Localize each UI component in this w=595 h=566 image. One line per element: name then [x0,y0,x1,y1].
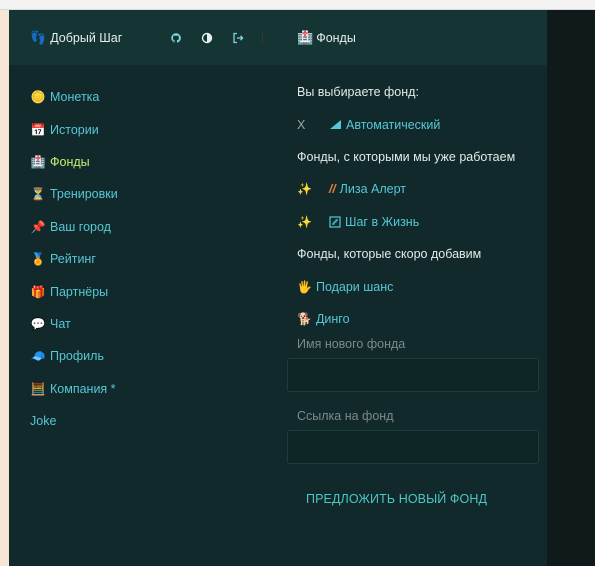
sparkles-icon: ✨ [297,214,312,229]
logout-icon[interactable] [231,31,244,44]
nav-item-funds[interactable]: 🏥 Фонды [30,146,277,178]
sidebar-nav: 🪙 Монетка 📅 Истории 🏥 Фонды ⏳ Тренировки 📌 Ва… [9,65,277,437]
sparkles-icon: ✨ [297,182,312,197]
github-icon[interactable] [169,31,182,44]
nav-item-partners[interactable]: 🎁 Партнёры [30,275,277,307]
nav-label: Ваш город [50,219,111,234]
nav-label: Монетка [50,90,100,105]
page-title-text: Фонды [316,30,356,45]
nav-item-stories[interactable]: 📅 Истории [30,113,277,145]
fund-name: Подари шанс [315,279,394,294]
nav-item-company[interactable]: 🧮 Компания * [30,373,277,405]
nav-label: Фонды [50,154,90,169]
chat-icon: 💬 [30,316,46,331]
fund-item-shag-v-zhizn[interactable]: ✨ Шаг в Жизнь [297,206,547,238]
nav-label: Компания * [50,381,116,396]
nav-item-profile[interactable]: 🧢 Профиль [30,340,277,372]
auto-icon [329,119,342,130]
abacus-icon: 🧮 [30,381,46,396]
slash-icon: // [329,182,336,197]
working-title: Фонды, с которыми мы уже работаем [297,149,516,164]
fund-name: Лиза Алерт [339,182,406,197]
hand-icon: 🖐 [297,279,312,294]
nav-item-trainings[interactable]: ⏳ Тренировки [30,178,277,210]
step-icon [329,216,341,228]
content-body: Вы выбираете фонд: X Автоматический Фонд… [277,65,547,506]
nav-label: Тренировки [50,187,118,202]
calendar-icon: 📅 [30,122,46,137]
suggest-fund-button[interactable]: ПРЕДЛОЖИТЬ НОВЫЙ ФОНД [306,492,547,506]
header-divider [262,31,263,44]
selected-mark[interactable]: X [297,118,329,132]
footprints-icon: 👣 [30,29,47,45]
right-dark-panel [547,10,595,566]
main-content: 🏥 Фонды Вы выбираете фонд: X Автоматичес… [277,10,547,566]
nav-label: Профиль [50,349,104,364]
hospital-icon: 🏥 [30,154,46,169]
selected-fund[interactable]: X Автоматический [297,108,547,140]
fund-item-dingo[interactable]: 🐕 Динго [297,303,547,335]
selected-fund-name: Автоматический [346,117,441,132]
hourglass-icon: ⏳ [30,187,46,202]
brand[interactable]: 👣 Добрый Шаг [30,30,122,46]
fund-item-liza-alert[interactable]: ✨ // Лиза Алерт [297,173,547,205]
nav-label: Истории [50,122,99,137]
header-icons [151,31,263,44]
coin-icon: 🪙 [30,90,46,105]
gift-icon: 🎁 [30,284,46,299]
nav-item-joke[interactable]: Joke [30,405,277,437]
nav-item-moneta[interactable]: 🪙 Монетка [30,81,277,113]
fund-link-input[interactable] [287,430,539,465]
fund-name: Динго [315,311,350,326]
choose-label: Вы выбираете фонд: [297,85,419,100]
fund-name: Шаг в Жизнь [345,214,420,229]
nav-label: Рейтинг [50,252,96,267]
nav-item-chat[interactable]: 💬 Чат [30,308,277,340]
hospital-icon: 🏥 [297,29,314,45]
sidebar-header: 👣 Добрый Шаг [9,10,277,65]
fund-item-podari-shans[interactable]: 🖐 Подари шанс [297,270,547,302]
sidebar: 👣 Добрый Шаг 🪙 Монетка 📅 Истории 🏥 Фонды ⏳ Т… [9,10,278,566]
page-title: 🏥 Фонды [297,30,356,46]
new-fund-name-input[interactable] [287,358,539,393]
soon-title: Фонды, которые скоро добавим [297,247,482,262]
dog-icon: 🐕 [297,311,312,326]
pushpin-icon: 📌 [30,219,46,234]
brand-name: Добрый Шаг [50,30,123,45]
nav-item-city[interactable]: 📌 Ваш город [30,211,277,243]
nav-label: Joke [30,414,57,429]
new-fund-name-label: Имя нового фонда [297,337,406,352]
theme-toggle-icon[interactable] [200,31,213,44]
nav-label: Партнёры [50,284,109,299]
content-header: 🏥 Фонды [277,10,547,65]
fund-link-label: Ссылка на фонд [297,409,394,424]
nav-label: Чат [50,316,71,331]
browser-top-strip [0,0,595,10]
medal-icon: 🏅 [30,252,46,267]
cap-icon: 🧢 [30,349,46,364]
nav-item-rating[interactable]: 🏅 Рейтинг [30,243,277,275]
